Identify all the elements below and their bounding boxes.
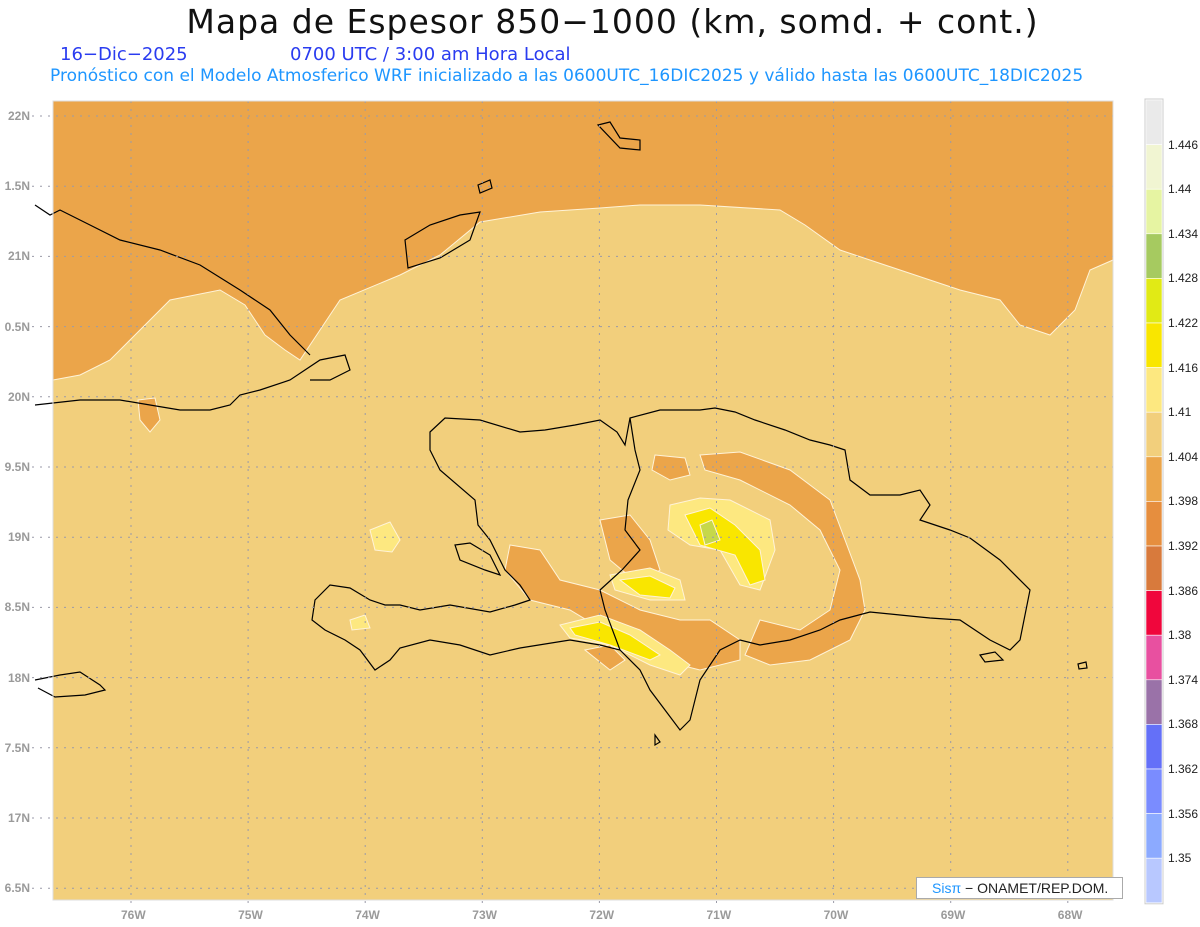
lat-label: 8.5N — [4, 600, 30, 615]
lat-label: 18N — [7, 670, 30, 685]
colorbar-swatch — [1145, 278, 1163, 324]
colorbar-label: 1.38 — [1168, 628, 1192, 643]
lon-label: 71W — [706, 908, 732, 922]
colorbar-swatch — [1145, 456, 1163, 502]
forecast-subtitle: Pronóstico con el Modelo Atmosferico WRF… — [50, 66, 1084, 86]
colorbar-swatch — [1145, 768, 1163, 814]
colorbar-swatch — [1145, 545, 1163, 591]
lon-label: 70W — [823, 908, 849, 922]
lat-label: 9.5N — [4, 460, 30, 474]
colorbar-label: 1.362 — [1168, 762, 1199, 776]
colorbar-label: 1.398 — [1168, 494, 1199, 509]
lat-label: 6.5N — [4, 881, 30, 896]
credit-brand: Sisπ — [932, 880, 962, 896]
colorbar-swatch — [1145, 501, 1163, 547]
colorbar-swatch — [1145, 679, 1163, 725]
colorbar-label: 1.386 — [1168, 583, 1199, 598]
lon-label: 74W — [355, 908, 380, 922]
forecast-time: 0700 UTC / 3:00 am Hora Local — [290, 44, 571, 65]
colorbar-label: 1.434 — [1168, 226, 1199, 241]
forecast-date: 16−Dic−2025 — [60, 44, 188, 65]
lon-label: 72W — [589, 908, 615, 922]
lon-label: 68W — [1057, 908, 1083, 922]
colorbar-swatch — [1145, 188, 1163, 235]
colorbar-label: 1.356 — [1168, 806, 1199, 821]
lat-label: 0.5N — [4, 319, 30, 334]
colorbar-label: 1.428 — [1168, 271, 1199, 286]
lat-label: 1.5N — [4, 179, 30, 194]
lat-label: 20N — [7, 389, 30, 404]
colorbar-swatch — [1145, 367, 1163, 413]
colorbar-label: 1.446 — [1168, 137, 1199, 152]
colorbar-swatch — [1145, 144, 1163, 190]
credit-box: Sisπ − ONAMET/REP.DOM. — [916, 877, 1123, 899]
lat-label: 21N — [7, 249, 30, 264]
colorbar-swatch — [1145, 99, 1163, 145]
map-title: Mapa de Espesor 850−1000 (km, somd. + co… — [186, 2, 1039, 41]
colorbar-label: 1.368 — [1168, 717, 1199, 732]
lat-label: 17N — [7, 811, 30, 825]
colorbar-swatch — [1145, 322, 1163, 368]
lon-label: 76W — [121, 908, 146, 922]
colorbar-label: 1.404 — [1168, 449, 1199, 464]
colorbar-swatch — [1145, 813, 1163, 859]
colorbar-label: 1.416 — [1168, 360, 1199, 375]
colorbar-label: 1.422 — [1168, 316, 1199, 330]
lat-label: 19N — [7, 530, 30, 545]
colorbar-label: 1.35 — [1168, 851, 1192, 866]
colorbar-label: 1.44 — [1168, 182, 1192, 197]
thickness-map — [32, 98, 1164, 905]
lon-label: 69W — [940, 908, 966, 922]
colorbar-swatch — [1145, 590, 1163, 636]
lon-label: 73W — [472, 908, 497, 922]
colorbar-swatch — [1145, 857, 1163, 904]
colorbar-swatch — [1145, 724, 1163, 770]
lon-label: 75W — [238, 908, 263, 922]
lat-label: 22N — [7, 109, 30, 123]
credit-text: − ONAMET/REP.DOM. — [965, 880, 1109, 896]
colorbar-label: 1.41 — [1168, 405, 1192, 420]
colorbar-swatch — [1145, 233, 1163, 279]
colorbar-label: 1.374 — [1168, 672, 1199, 687]
colorbar-swatch — [1145, 634, 1163, 681]
lat-label: 7.5N — [4, 740, 30, 755]
colorbar-label: 1.392 — [1168, 539, 1199, 553]
colorbar-swatch — [1145, 411, 1163, 458]
colorbar — [1144, 98, 1164, 905]
